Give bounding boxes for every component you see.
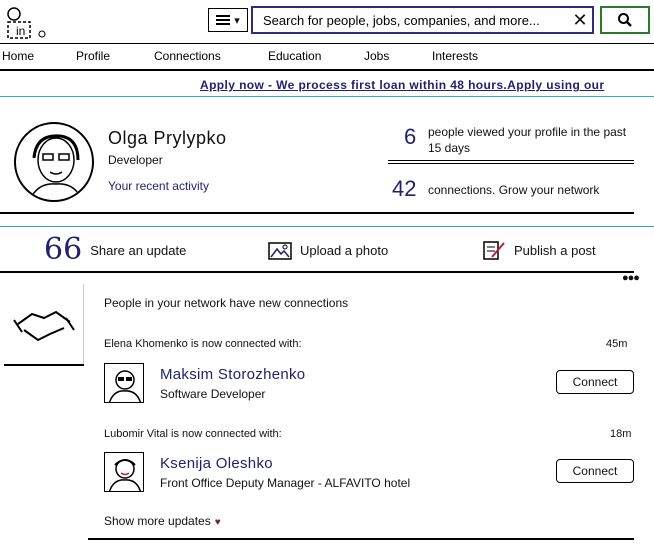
profile-avatar[interactable] (14, 122, 94, 202)
upload-photo-button[interactable]: Upload a photo (268, 236, 388, 264)
connect-button[interactable]: Connect (556, 459, 634, 483)
connections-count[interactable]: 42 (392, 176, 416, 202)
show-more-updates-link[interactable]: Show more updates ♥ (104, 514, 221, 528)
divider (388, 160, 634, 164)
timestamp: 45m (606, 338, 628, 350)
timestamp: 18m (610, 428, 632, 440)
svg-text:in: in (16, 24, 25, 38)
quote-icon: 66 (44, 232, 83, 267)
hamburger-icon (216, 15, 231, 25)
search-icon (618, 13, 632, 27)
close-icon[interactable]: ✕ (568, 10, 592, 31)
publish-post-button[interactable]: Publish a post (482, 236, 596, 264)
more-options-icon[interactable]: ●●● (622, 272, 640, 284)
photo-icon (268, 242, 292, 260)
main-nav: Home Profile Connections Education Jobs … (0, 43, 654, 71)
connection-avatar[interactable] (104, 363, 144, 403)
nav-education[interactable]: Education (268, 49, 321, 63)
connections-text[interactable]: connections. Grow your network (428, 183, 599, 197)
feed-title: People in your network have new connecti… (104, 296, 349, 310)
nav-connections[interactable]: Connections (154, 49, 221, 63)
connection-role: Software Developer (160, 387, 266, 401)
recent-activity-link[interactable]: Your recent activity (108, 179, 209, 193)
nav-interests[interactable]: Interests (432, 49, 478, 63)
divider (88, 538, 634, 540)
profile-title: Developer (108, 153, 163, 167)
connection-role: Front Office Deputy Manager - ALFAVITO h… (160, 476, 411, 490)
promo-link[interactable]: Apply now - We process first loan within… (200, 78, 604, 92)
share-update-button[interactable]: 66 Share an update (44, 232, 187, 267)
divider (0, 96, 654, 97)
nav-jobs[interactable]: Jobs (364, 49, 389, 63)
connect-button[interactable]: Connect (556, 370, 634, 394)
connection-header[interactable]: Elena Khomenko is now connected with: (104, 338, 302, 350)
nav-home[interactable]: Home (2, 49, 34, 63)
app-logo[interactable]: in (4, 4, 48, 42)
divider (4, 364, 84, 366)
heart-chevron-icon: ♥ (214, 517, 221, 528)
share-update-label: Share an update (90, 242, 187, 258)
profile-views-count[interactable]: 6 (404, 124, 416, 150)
connection-avatar[interactable] (104, 452, 144, 492)
chevron-down-icon: ▾ (234, 14, 240, 27)
divider (0, 226, 654, 227)
publish-post-label: Publish a post (514, 242, 596, 258)
profile-name[interactable]: Olga Prylypko (108, 128, 227, 149)
connection-header[interactable]: Lubomir Vital is now connected with: (104, 428, 282, 440)
menu-button[interactable]: ▾ (208, 8, 248, 32)
divider (0, 271, 634, 273)
connection-name[interactable]: Ksenija Oleshko (160, 455, 273, 472)
connection-name[interactable]: Maksim Storozhenko (160, 366, 305, 383)
handshake-icon (4, 284, 84, 364)
pen-icon (483, 241, 505, 260)
search-input[interactable] (261, 11, 568, 29)
search-button[interactable] (600, 6, 650, 34)
nav-profile[interactable]: Profile (76, 49, 110, 63)
search-box: ✕ (251, 6, 594, 34)
divider (0, 212, 634, 214)
profile-views-text[interactable]: people viewed your profile in the past 1… (428, 124, 628, 156)
show-more-label: Show more updates (104, 514, 211, 528)
upload-photo-label: Upload a photo (300, 242, 389, 258)
promo-banner: Apply now - We process first loan within… (0, 76, 654, 96)
